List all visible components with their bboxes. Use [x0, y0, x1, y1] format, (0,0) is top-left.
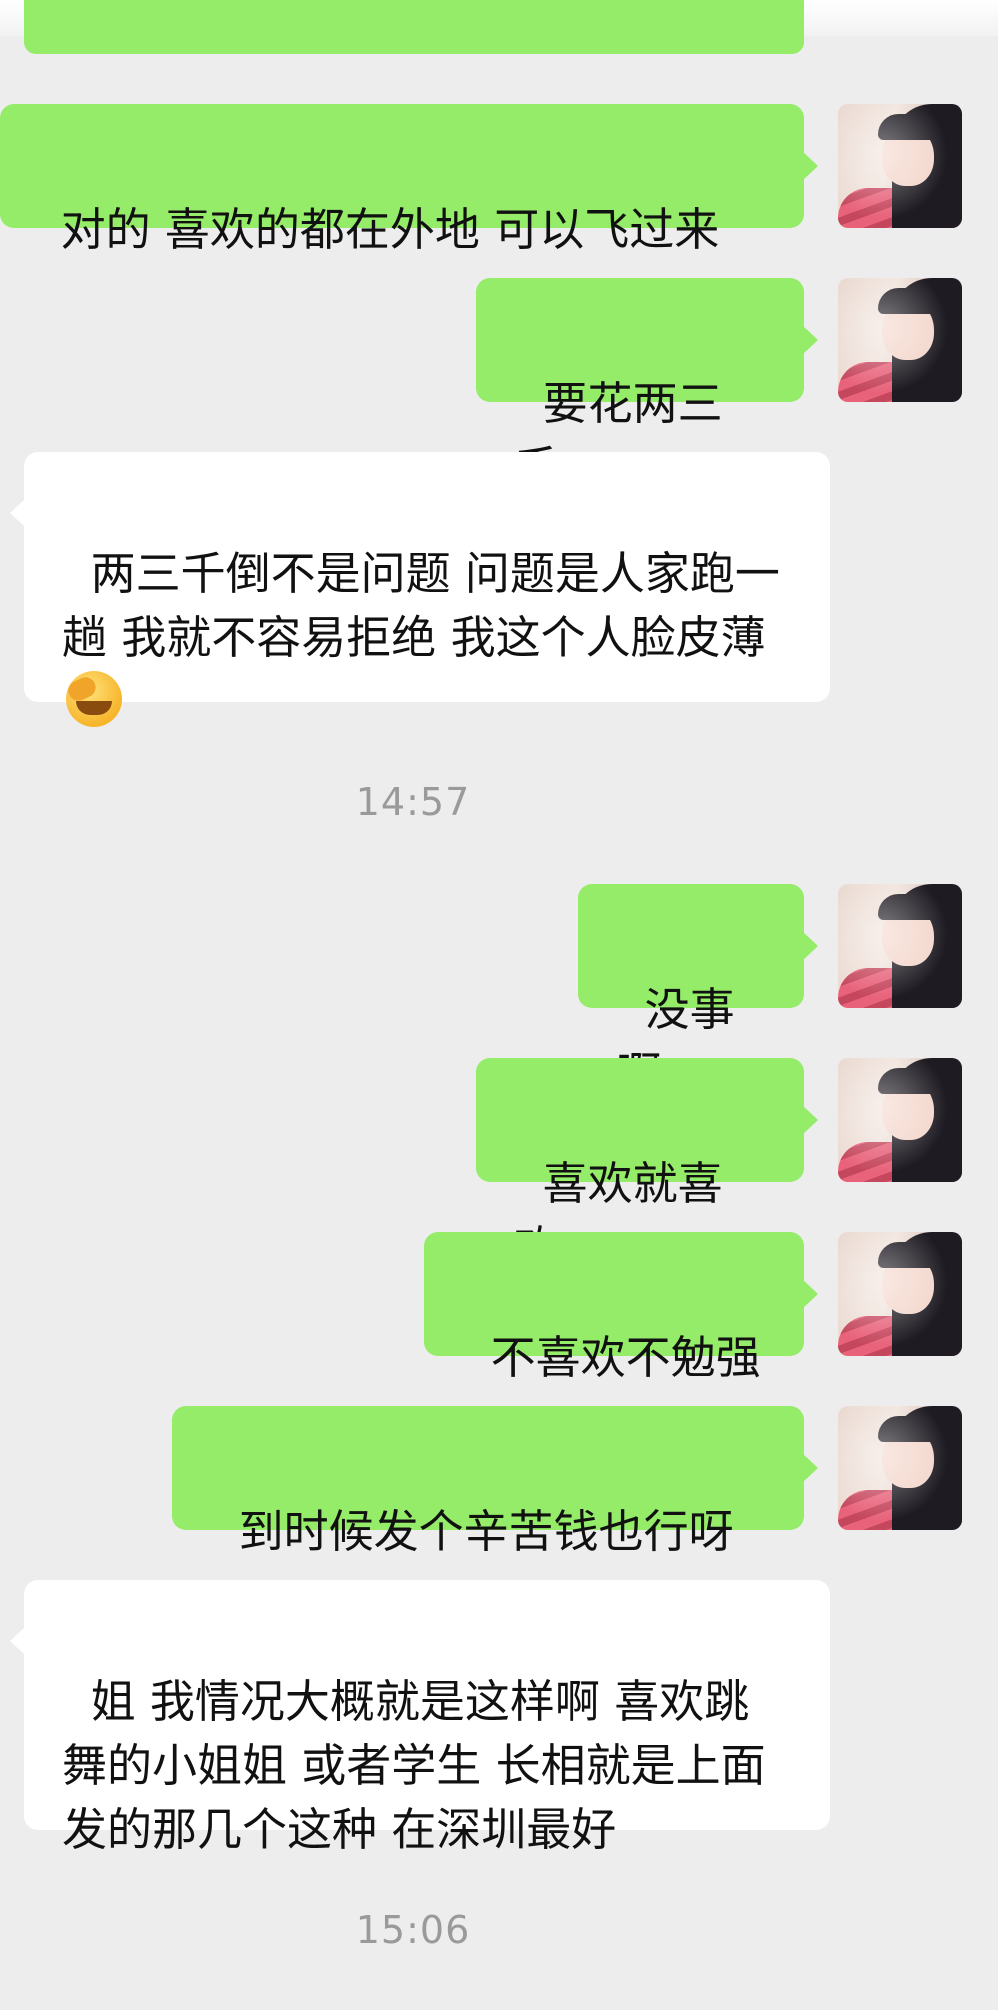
message-text: 两三千倒不是问题 问题是人家跑一趟 我就不容易拒绝 我这个人脸皮薄: [62, 547, 780, 664]
avatar[interactable]: [838, 278, 962, 402]
message-bubble-incoming[interactable]: 姐 我情况大概就是这样啊 喜欢跳舞的小姐姐 或者学生 长相就是上面发的那几个这种…: [24, 1580, 830, 1856]
message-bubble-outgoing[interactable]: 没事啊: [578, 884, 804, 1100]
previous-message-bubble[interactable]: [24, 0, 804, 54]
bubble-tail: [10, 1628, 24, 1654]
bubble-tail: [10, 500, 24, 526]
message-bubble-outgoing[interactable]: 到时候发个辛苦钱也行呀: [172, 1406, 804, 1558]
message-bubble-outgoing[interactable]: 要花两三千: [476, 278, 804, 494]
bubble-tail: [802, 1279, 818, 1309]
message-text: 姐 我情况大概就是这样啊 喜欢跳舞的小姐姐 或者学生 长相就是上面发的那几个这种…: [62, 1675, 766, 1856]
bubble-tail: [802, 1105, 818, 1135]
avatar[interactable]: [838, 1232, 962, 1356]
bubble-tail: [802, 1453, 818, 1483]
timestamp: 15:06: [355, 1908, 471, 1952]
bubble-tail: [802, 931, 818, 961]
message-bubble-outgoing[interactable]: 不喜欢不勉强: [424, 1232, 804, 1384]
message-text: 对的 喜欢的都在外地 可以飞过来: [60, 203, 720, 256]
message-text: 不喜欢不勉强: [490, 1331, 761, 1384]
avatar[interactable]: [838, 1058, 962, 1182]
message-bubble-outgoing[interactable]: 喜欢就喜欢: [476, 1058, 804, 1274]
avatar[interactable]: [838, 104, 962, 228]
message-text: 到时候发个辛苦钱也行呀: [238, 1505, 734, 1558]
facepalm-emoji-icon: [66, 671, 122, 727]
message-bubble-incoming[interactable]: 两三千倒不是问题 问题是人家跑一趟 我就不容易拒绝 我这个人脸皮薄: [24, 452, 830, 727]
message-bubble-outgoing[interactable]: 对的 喜欢的都在外地 可以飞过来: [0, 104, 804, 256]
avatar[interactable]: [838, 1406, 962, 1530]
avatar[interactable]: [838, 884, 962, 1008]
bubble-tail: [802, 151, 818, 181]
timestamp: 14:57: [355, 780, 471, 824]
bubble-tail: [802, 325, 818, 355]
